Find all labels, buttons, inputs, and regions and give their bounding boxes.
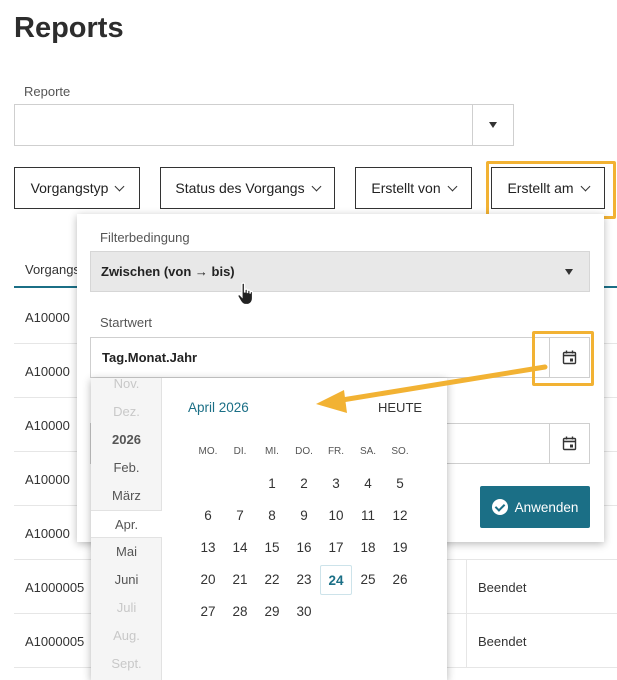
- row-id: A10000: [25, 472, 70, 487]
- day-cell[interactable]: 11: [352, 501, 384, 531]
- weekday-label: SO.: [391, 446, 409, 457]
- day-cell[interactable]: 23: [288, 565, 320, 595]
- row-id: A1000005: [25, 580, 85, 595]
- month-item[interactable]: Dez.: [91, 398, 162, 426]
- day-cell[interactable]: 15: [256, 533, 288, 563]
- month-title-button[interactable]: April 2026: [188, 400, 249, 415]
- month-item[interactable]: Juni: [91, 566, 162, 594]
- day-cell[interactable]: 25: [352, 565, 384, 595]
- day-cell-today[interactable]: 24: [320, 565, 352, 595]
- month-item[interactable]: März: [91, 482, 162, 510]
- day-cell[interactable]: 12: [384, 501, 416, 531]
- day-cell[interactable]: 16: [288, 533, 320, 563]
- condition-value: Zwischen (von → bis): [101, 264, 235, 279]
- hand-cursor-icon: [237, 282, 254, 306]
- datepicker: Nov. Dez. 2026 Feb. März Apr. Mai Juni Juli Aug. S…: [91, 378, 447, 680]
- chevron-down-icon: [447, 181, 458, 191]
- filter-erstellt-am-button[interactable]: Erstellt am: [491, 167, 605, 209]
- caret-down-icon: [565, 269, 573, 275]
- month-item[interactable]: Feb.: [91, 454, 162, 482]
- chevron-down-icon: [580, 181, 591, 191]
- filter-vorgangstyp-button[interactable]: Vorgangstyp: [14, 167, 140, 209]
- month-item[interactable]: 2026: [91, 426, 162, 454]
- day-cell[interactable]: 4: [352, 469, 384, 499]
- select-divider: [472, 105, 473, 145]
- day-cell[interactable]: 18: [352, 533, 384, 563]
- today-button[interactable]: HEUTE: [378, 400, 422, 415]
- day-cell[interactable]: 20: [192, 565, 224, 595]
- day-cell[interactable]: 17: [320, 533, 352, 563]
- weekday-label: DO.: [295, 446, 313, 457]
- day-cell[interactable]: 3: [320, 469, 352, 499]
- day-cell[interactable]: 21: [224, 565, 256, 595]
- day-cell[interactable]: 7: [224, 501, 256, 531]
- calendar-button[interactable]: [549, 338, 589, 377]
- row-status: Beendet: [478, 580, 527, 595]
- apply-label: Anwenden: [514, 499, 579, 515]
- weekday-label: DI.: [233, 446, 247, 457]
- weekday-label: MI.: [265, 446, 279, 457]
- day-cell[interactable]: 6: [192, 501, 224, 531]
- calendar-button[interactable]: [549, 424, 589, 463]
- month-item[interactable]: Nov.: [91, 378, 162, 398]
- row-status: Beendet: [478, 634, 527, 649]
- report-select[interactable]: [14, 104, 514, 146]
- day-cell[interactable]: 2: [288, 469, 320, 499]
- table-header-label: Vorgangs: [25, 262, 80, 277]
- chevron-down-icon: [311, 181, 322, 191]
- page-title: Reports: [14, 12, 124, 44]
- calendar-icon: [562, 350, 577, 365]
- day-cell[interactable]: 13: [192, 533, 224, 563]
- day-cell[interactable]: 27: [192, 597, 224, 627]
- month-list: Nov. Dez. 2026 Feb. März Apr. Mai Juni Juli Aug. S…: [91, 378, 162, 680]
- month-item[interactable]: Mai: [91, 538, 162, 566]
- row-id: A10000: [25, 418, 70, 433]
- day-cell[interactable]: 14: [224, 533, 256, 563]
- filter-label: Erstellt am: [507, 180, 574, 196]
- day-cell[interactable]: 10: [320, 501, 352, 531]
- report-select-label: Reporte: [24, 84, 71, 99]
- day-cell[interactable]: 22: [256, 565, 288, 595]
- chevron-down-icon: [114, 181, 125, 191]
- month-item[interactable]: Apr.: [91, 510, 162, 538]
- month-item[interactable]: Juli: [91, 594, 162, 622]
- weekday-label: FR.: [327, 446, 345, 457]
- apply-button[interactable]: Anwenden: [480, 486, 590, 528]
- condition-select[interactable]: Zwischen (von → bis): [90, 251, 590, 292]
- row-id: A10000: [25, 364, 70, 379]
- condition-label: Filterbedingung: [100, 230, 190, 245]
- weekday-label: MO.: [198, 446, 218, 457]
- day-cell[interactable]: 30: [288, 597, 320, 627]
- filter-label: Erstellt von: [371, 180, 441, 196]
- start-date-input[interactable]: [91, 338, 551, 377]
- day-cell[interactable]: 29: [256, 597, 288, 627]
- day-cell[interactable]: 26: [384, 565, 416, 595]
- day-cell[interactable]: 8: [256, 501, 288, 531]
- day-cell[interactable]: 19: [384, 533, 416, 563]
- calendar-icon: [562, 436, 577, 451]
- filter-status-button[interactable]: Status des Vorgangs: [160, 167, 335, 209]
- filter-label: Status des Vorgangs: [175, 180, 305, 196]
- column-divider: [466, 560, 467, 613]
- month-item[interactable]: Sept.: [91, 650, 162, 678]
- row-id: A10000: [25, 526, 70, 541]
- start-date-field[interactable]: [90, 337, 590, 378]
- day-cell[interactable]: 9: [288, 501, 320, 531]
- day-cell[interactable]: 1: [256, 469, 288, 499]
- row-id: A10000: [25, 310, 70, 325]
- caret-down-icon: [489, 122, 497, 128]
- check-circle-icon: [491, 499, 508, 515]
- start-value-label: Startwert: [100, 315, 153, 330]
- day-cell[interactable]: 5: [384, 469, 416, 499]
- row-id: A1000005: [25, 634, 85, 649]
- filter-erstellt-von-button[interactable]: Erstellt von: [355, 167, 472, 209]
- day-cell[interactable]: 28: [224, 597, 256, 627]
- column-divider: [466, 614, 467, 667]
- month-item[interactable]: Aug.: [91, 622, 162, 650]
- filter-label: Vorgangstyp: [30, 180, 109, 196]
- weekday-label: SA.: [359, 446, 377, 457]
